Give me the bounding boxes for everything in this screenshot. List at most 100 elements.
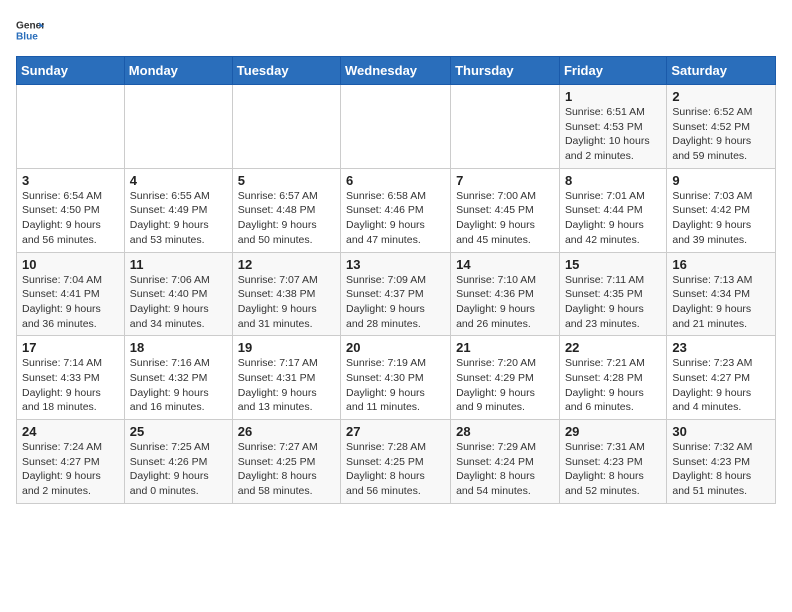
calendar-cell: 2Sunrise: 6:52 AM Sunset: 4:52 PM Daylig… [667, 85, 776, 169]
calendar-cell: 1Sunrise: 6:51 AM Sunset: 4:53 PM Daylig… [559, 85, 666, 169]
day-info: Sunrise: 7:13 AM Sunset: 4:34 PM Dayligh… [672, 273, 770, 332]
svg-text:Blue: Blue [16, 31, 38, 42]
day-number: 21 [456, 340, 554, 355]
calendar-cell: 5Sunrise: 6:57 AM Sunset: 4:48 PM Daylig… [232, 168, 340, 252]
day-number: 24 [22, 424, 119, 439]
day-number: 29 [565, 424, 661, 439]
day-info: Sunrise: 7:24 AM Sunset: 4:27 PM Dayligh… [22, 440, 119, 499]
calendar-cell: 27Sunrise: 7:28 AM Sunset: 4:25 PM Dayli… [341, 420, 451, 504]
day-info: Sunrise: 7:20 AM Sunset: 4:29 PM Dayligh… [456, 356, 554, 415]
day-info: Sunrise: 6:55 AM Sunset: 4:49 PM Dayligh… [130, 189, 227, 248]
calendar-cell: 8Sunrise: 7:01 AM Sunset: 4:44 PM Daylig… [559, 168, 666, 252]
day-number: 9 [672, 173, 770, 188]
day-info: Sunrise: 7:01 AM Sunset: 4:44 PM Dayligh… [565, 189, 661, 248]
day-info: Sunrise: 7:04 AM Sunset: 4:41 PM Dayligh… [22, 273, 119, 332]
header: General Blue [16, 16, 776, 44]
calendar-cell: 23Sunrise: 7:23 AM Sunset: 4:27 PM Dayli… [667, 336, 776, 420]
day-info: Sunrise: 7:11 AM Sunset: 4:35 PM Dayligh… [565, 273, 661, 332]
calendar-cell: 28Sunrise: 7:29 AM Sunset: 4:24 PM Dayli… [451, 420, 560, 504]
day-info: Sunrise: 6:51 AM Sunset: 4:53 PM Dayligh… [565, 105, 661, 164]
page-container: General Blue SundayMondayTuesdayWednesda… [0, 0, 792, 512]
calendar-cell: 30Sunrise: 7:32 AM Sunset: 4:23 PM Dayli… [667, 420, 776, 504]
day-number: 2 [672, 89, 770, 104]
day-number: 10 [22, 257, 119, 272]
calendar-cell: 15Sunrise: 7:11 AM Sunset: 4:35 PM Dayli… [559, 252, 666, 336]
day-number: 25 [130, 424, 227, 439]
weekday-header-saturday: Saturday [667, 57, 776, 85]
weekday-header-thursday: Thursday [451, 57, 560, 85]
day-info: Sunrise: 7:09 AM Sunset: 4:37 PM Dayligh… [346, 273, 445, 332]
day-number: 7 [456, 173, 554, 188]
day-info: Sunrise: 6:58 AM Sunset: 4:46 PM Dayligh… [346, 189, 445, 248]
logo: General Blue [16, 16, 44, 44]
week-row-4: 17Sunrise: 7:14 AM Sunset: 4:33 PM Dayli… [17, 336, 776, 420]
day-info: Sunrise: 7:29 AM Sunset: 4:24 PM Dayligh… [456, 440, 554, 499]
day-number: 1 [565, 89, 661, 104]
calendar-cell: 11Sunrise: 7:06 AM Sunset: 4:40 PM Dayli… [124, 252, 232, 336]
day-info: Sunrise: 6:54 AM Sunset: 4:50 PM Dayligh… [22, 189, 119, 248]
calendar-cell [451, 85, 560, 169]
day-info: Sunrise: 7:25 AM Sunset: 4:26 PM Dayligh… [130, 440, 227, 499]
calendar-cell: 24Sunrise: 7:24 AM Sunset: 4:27 PM Dayli… [17, 420, 125, 504]
day-number: 23 [672, 340, 770, 355]
day-number: 4 [130, 173, 227, 188]
calendar-cell [341, 85, 451, 169]
calendar-cell: 14Sunrise: 7:10 AM Sunset: 4:36 PM Dayli… [451, 252, 560, 336]
day-info: Sunrise: 7:32 AM Sunset: 4:23 PM Dayligh… [672, 440, 770, 499]
day-info: Sunrise: 7:00 AM Sunset: 4:45 PM Dayligh… [456, 189, 554, 248]
day-number: 14 [456, 257, 554, 272]
calendar-cell: 20Sunrise: 7:19 AM Sunset: 4:30 PM Dayli… [341, 336, 451, 420]
calendar-cell: 9Sunrise: 7:03 AM Sunset: 4:42 PM Daylig… [667, 168, 776, 252]
calendar-cell: 10Sunrise: 7:04 AM Sunset: 4:41 PM Dayli… [17, 252, 125, 336]
calendar-cell [232, 85, 340, 169]
day-info: Sunrise: 7:31 AM Sunset: 4:23 PM Dayligh… [565, 440, 661, 499]
calendar-cell: 18Sunrise: 7:16 AM Sunset: 4:32 PM Dayli… [124, 336, 232, 420]
calendar-cell: 6Sunrise: 6:58 AM Sunset: 4:46 PM Daylig… [341, 168, 451, 252]
calendar-cell: 17Sunrise: 7:14 AM Sunset: 4:33 PM Dayli… [17, 336, 125, 420]
day-number: 26 [238, 424, 335, 439]
calendar-table: SundayMondayTuesdayWednesdayThursdayFrid… [16, 56, 776, 504]
day-info: Sunrise: 7:16 AM Sunset: 4:32 PM Dayligh… [130, 356, 227, 415]
day-info: Sunrise: 6:52 AM Sunset: 4:52 PM Dayligh… [672, 105, 770, 164]
calendar-cell: 3Sunrise: 6:54 AM Sunset: 4:50 PM Daylig… [17, 168, 125, 252]
day-info: Sunrise: 7:06 AM Sunset: 4:40 PM Dayligh… [130, 273, 227, 332]
day-info: Sunrise: 7:14 AM Sunset: 4:33 PM Dayligh… [22, 356, 119, 415]
calendar-cell: 16Sunrise: 7:13 AM Sunset: 4:34 PM Dayli… [667, 252, 776, 336]
weekday-header-wednesday: Wednesday [341, 57, 451, 85]
day-number: 8 [565, 173, 661, 188]
day-number: 6 [346, 173, 445, 188]
calendar-cell [17, 85, 125, 169]
day-number: 19 [238, 340, 335, 355]
week-row-1: 1Sunrise: 6:51 AM Sunset: 4:53 PM Daylig… [17, 85, 776, 169]
day-number: 3 [22, 173, 119, 188]
week-row-5: 24Sunrise: 7:24 AM Sunset: 4:27 PM Dayli… [17, 420, 776, 504]
weekday-header-sunday: Sunday [17, 57, 125, 85]
day-info: Sunrise: 7:17 AM Sunset: 4:31 PM Dayligh… [238, 356, 335, 415]
day-number: 17 [22, 340, 119, 355]
calendar-cell: 29Sunrise: 7:31 AM Sunset: 4:23 PM Dayli… [559, 420, 666, 504]
day-info: Sunrise: 7:28 AM Sunset: 4:25 PM Dayligh… [346, 440, 445, 499]
logo-icon: General Blue [16, 16, 44, 44]
day-info: Sunrise: 7:19 AM Sunset: 4:30 PM Dayligh… [346, 356, 445, 415]
day-info: Sunrise: 7:03 AM Sunset: 4:42 PM Dayligh… [672, 189, 770, 248]
weekday-header-friday: Friday [559, 57, 666, 85]
calendar-cell: 26Sunrise: 7:27 AM Sunset: 4:25 PM Dayli… [232, 420, 340, 504]
calendar-cell: 12Sunrise: 7:07 AM Sunset: 4:38 PM Dayli… [232, 252, 340, 336]
day-number: 16 [672, 257, 770, 272]
day-number: 27 [346, 424, 445, 439]
calendar-cell: 4Sunrise: 6:55 AM Sunset: 4:49 PM Daylig… [124, 168, 232, 252]
day-info: Sunrise: 7:07 AM Sunset: 4:38 PM Dayligh… [238, 273, 335, 332]
day-number: 28 [456, 424, 554, 439]
weekday-header-tuesday: Tuesday [232, 57, 340, 85]
day-number: 11 [130, 257, 227, 272]
week-row-2: 3Sunrise: 6:54 AM Sunset: 4:50 PM Daylig… [17, 168, 776, 252]
day-number: 12 [238, 257, 335, 272]
day-number: 20 [346, 340, 445, 355]
day-info: Sunrise: 7:23 AM Sunset: 4:27 PM Dayligh… [672, 356, 770, 415]
day-info: Sunrise: 7:21 AM Sunset: 4:28 PM Dayligh… [565, 356, 661, 415]
calendar-cell: 19Sunrise: 7:17 AM Sunset: 4:31 PM Dayli… [232, 336, 340, 420]
day-info: Sunrise: 6:57 AM Sunset: 4:48 PM Dayligh… [238, 189, 335, 248]
weekday-header-monday: Monday [124, 57, 232, 85]
day-number: 5 [238, 173, 335, 188]
calendar-cell: 7Sunrise: 7:00 AM Sunset: 4:45 PM Daylig… [451, 168, 560, 252]
